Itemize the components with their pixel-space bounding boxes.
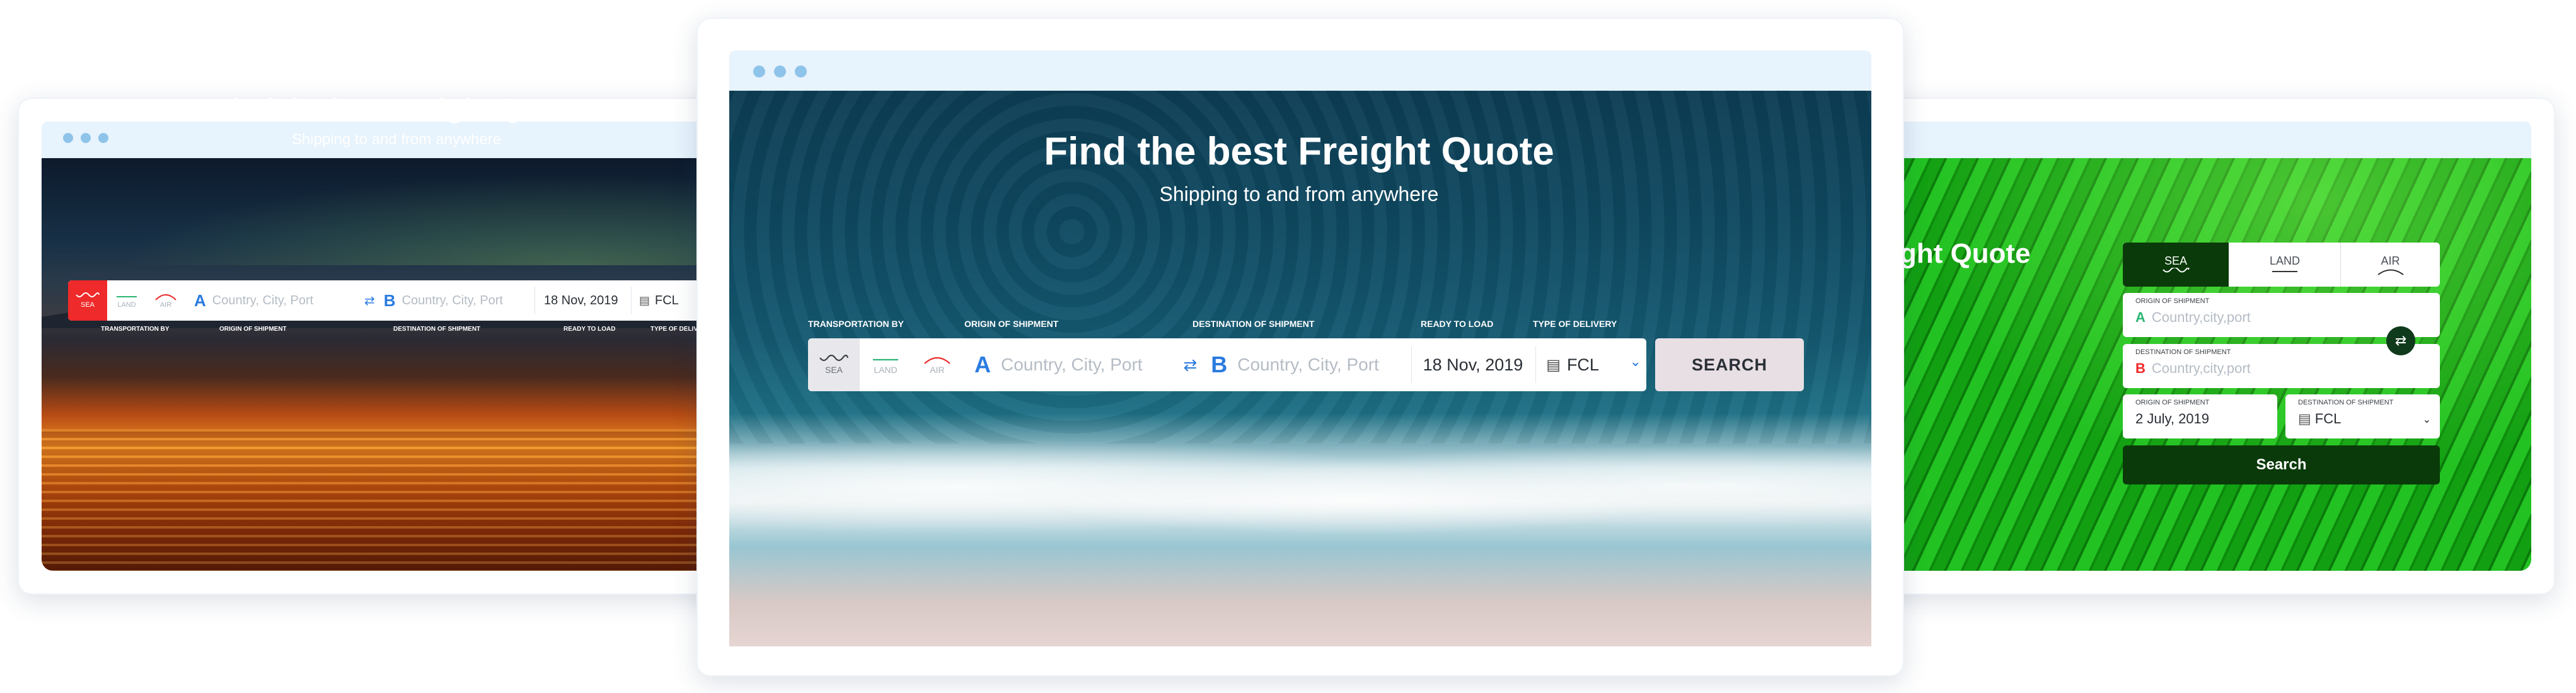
delivery-value: FCL	[1566, 355, 1599, 374]
label-origin: ORIGIN OF SHIPMENT	[964, 319, 1059, 329]
label-delivery: TYPE OF DELIVERY	[1533, 319, 1617, 329]
date-value: 18 Nov, 2019	[1423, 355, 1523, 374]
tab-land[interactable]: LAND	[2229, 243, 2341, 287]
origin-label: ORIGIN OF SHIPMENT	[2135, 297, 2210, 305]
delivery-value-wrap: ▤ FCL	[2298, 411, 2341, 427]
destination-placeholder: Country, City, Port	[401, 293, 503, 307]
waves-icon	[76, 292, 100, 297]
label-origin: ORIGIN OF SHIPMENT	[219, 326, 287, 333]
right-delivery-field[interactable]: DESTINATION OF SHIPMENT ▤ FCL ⌄	[2285, 394, 2440, 438]
destination-field[interactable]: ⇄ B Country, City, Port	[364, 280, 534, 321]
browser-titlebar	[729, 50, 1871, 91]
destination-letter: B	[383, 290, 396, 310]
search-button[interactable]: Search	[2123, 445, 2440, 484]
tab-sea[interactable]: SEA	[2123, 243, 2229, 287]
destination-letter: B	[2135, 360, 2146, 376]
delivery-field[interactable]: ▤ FCL ⌄	[1536, 338, 1646, 391]
delivery-value: FCL	[2314, 411, 2342, 427]
destination-field[interactable]: ⇄ B Country, City, Port	[1183, 338, 1411, 391]
road-line-icon	[873, 358, 898, 361]
left-preview-frame	[18, 98, 758, 595]
destination-letter: B	[1211, 352, 1228, 377]
destination-placeholder: Country,city,port	[2151, 360, 2251, 376]
mode-label: AIR	[930, 365, 945, 375]
waves-icon	[819, 355, 849, 362]
mode-sea[interactable]: SEA	[808, 338, 860, 391]
tab-label: LAND	[2269, 254, 2300, 267]
tab-label: AIR	[2381, 254, 2400, 267]
date-field[interactable]: 18 Nov, 2019	[535, 280, 631, 321]
delivery-value: FCL	[655, 293, 679, 307]
arc-icon	[155, 294, 176, 301]
mode-label: SEA	[80, 301, 95, 309]
mode-label: LAND	[117, 301, 136, 309]
road-line-icon	[117, 296, 137, 297]
tab-air[interactable]: AIR	[2341, 243, 2440, 287]
label-ready: READY TO LOAD	[1421, 319, 1494, 329]
delivery-field[interactable]: ▤ FCL	[632, 280, 679, 321]
origin-placeholder: Country, City, Port	[212, 293, 314, 307]
page-subtitle: Shipping to and from anywhere	[291, 131, 502, 148]
origin-letter: A	[2135, 309, 2146, 325]
origin-input[interactable]: A Country,city,port	[2135, 309, 2251, 326]
mode-label: LAND	[874, 365, 898, 375]
mode-label: SEA	[824, 365, 843, 375]
left-search-bar: SEA LAND AIR A Country, City, Port ⇄ B C…	[68, 280, 736, 321]
road-line-icon	[2272, 270, 2297, 272]
origin-placeholder: Country, City, Port	[1001, 355, 1143, 374]
page-title: Find the best Freight Quote	[215, 93, 578, 124]
container-icon: ▤	[2298, 411, 2311, 427]
label-transportation: TRANSPORTATION BY	[808, 319, 904, 329]
page-subtitle: Shipping to and from anywhere	[1159, 183, 1439, 205]
destination-placeholder: Country, City, Port	[1237, 355, 1379, 374]
label-destination: DESTINATION OF SHIPMENT	[393, 326, 481, 333]
browser-titlebar	[1804, 122, 2531, 158]
label-transportation: TRANSPORTATION BY	[101, 326, 170, 333]
container-icon: ▤	[639, 294, 650, 307]
center-search-bar: SEA LAND AIR A Country, City, Port ⇄ B C…	[808, 338, 1646, 391]
date-value: 18 Nov, 2019	[544, 293, 618, 307]
label-ready: READY TO LOAD	[563, 326, 616, 333]
origin-placeholder: Country,city,port	[2151, 309, 2251, 325]
mode-selector: SEA LAND AIR	[808, 338, 963, 391]
mode-selector: SEA LAND AIR	[68, 280, 185, 321]
mode-land[interactable]: LAND	[860, 338, 911, 391]
right-mode-tabs: SEA LAND AIR	[2123, 243, 2440, 287]
right-date-field[interactable]: ORIGIN OF SHIPMENT 2 July, 2019	[2123, 394, 2277, 438]
mode-land[interactable]: LAND	[107, 280, 146, 321]
sunset-background	[42, 158, 754, 571]
swap-arrows-icon[interactable]: ⇄	[1183, 355, 1197, 375]
swap-arrows-icon[interactable]: ⇄	[364, 293, 375, 309]
mode-sea[interactable]: SEA	[68, 280, 107, 321]
tab-label: SEA	[2164, 254, 2188, 267]
date-field[interactable]: 18 Nov, 2019	[1412, 338, 1536, 391]
page-title: Find the best Freight Quote	[1044, 130, 1554, 173]
swap-arrows-icon[interactable]: ⇄	[2386, 326, 2415, 355]
origin-letter: A	[974, 352, 991, 377]
origin-field[interactable]: A Country, City, Port	[963, 338, 1183, 391]
waves-icon	[2163, 267, 2190, 272]
date-value: 2 July, 2019	[2135, 411, 2210, 427]
window-dots-icon	[753, 66, 807, 77]
container-icon: ▤	[1546, 356, 1561, 374]
delivery-label: DESTINATION OF SHIPMENT	[2298, 399, 2394, 406]
mode-label: AIR	[159, 301, 172, 309]
origin-letter: A	[194, 290, 206, 310]
arc-icon	[2377, 269, 2404, 275]
date-label: ORIGIN OF SHIPMENT	[2135, 399, 2210, 406]
mode-air[interactable]: AIR	[911, 338, 963, 391]
arc-icon	[924, 357, 950, 364]
chevron-down-icon[interactable]: ⌄	[2423, 413, 2431, 426]
search-button[interactable]: SEARCH	[1655, 338, 1804, 391]
origin-field[interactable]: A Country, City, Port	[185, 280, 364, 321]
chevron-down-icon[interactable]: ⌄	[1630, 353, 1641, 370]
destination-label: DESTINATION OF SHIPMENT	[2135, 348, 2231, 356]
destination-input[interactable]: B Country,city,port	[2135, 360, 2251, 377]
label-delivery: TYPE OF DELIV	[650, 326, 698, 333]
label-destination: DESTINATION OF SHIPMENT	[1193, 319, 1315, 329]
mode-air[interactable]: AIR	[146, 280, 185, 321]
